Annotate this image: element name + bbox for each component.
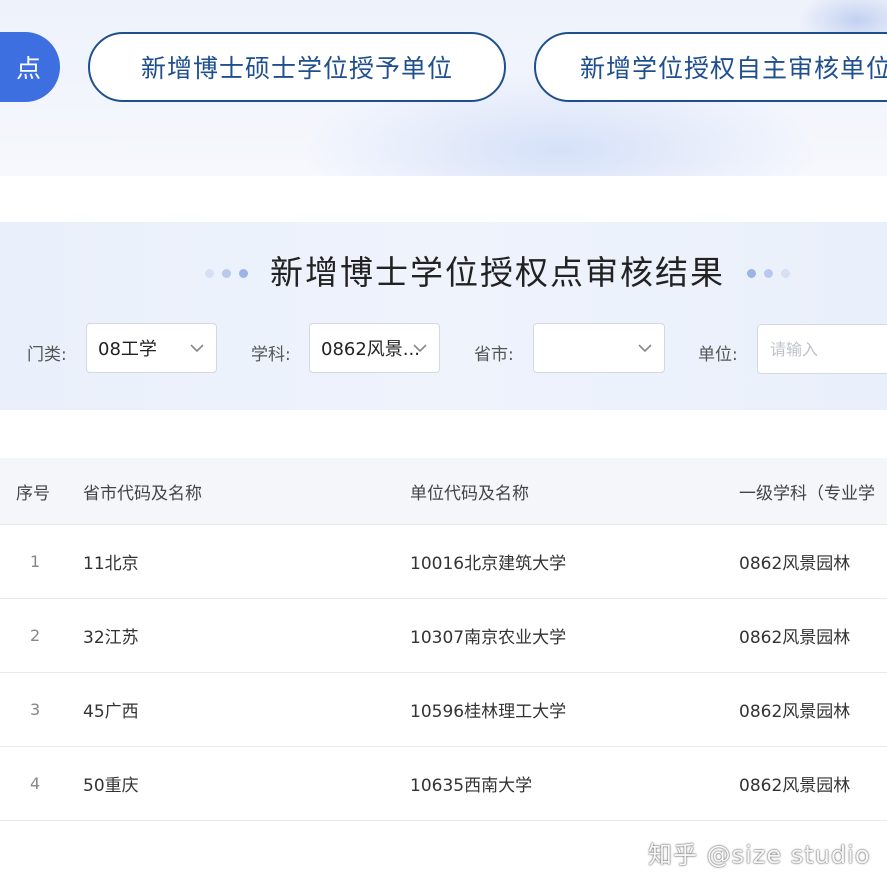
table-row: 2 32江苏 10307南京农业大学 0862风景园林 [0, 599, 887, 673]
tab-self-review-units[interactable]: 新增学位授权自主审核单位 [534, 32, 887, 102]
row-no: 1 [30, 552, 41, 571]
header-province: 省市代码及名称 [83, 483, 202, 504]
tab-label: 点 [15, 54, 42, 83]
table-row: 3 45广西 10596桂林理工大学 0862风景园林 [0, 673, 887, 747]
row-unit: 10307南京农业大学 [410, 628, 567, 648]
results-table: 序号 省市代码及名称 单位代码及名称 一级学科（专业学 1 11北京 10016… [0, 458, 887, 821]
row-province: 45广西 [83, 702, 139, 722]
table-header: 序号 省市代码及名称 单位代码及名称 一级学科（专业学 [0, 458, 887, 525]
row-discipline: 0862风景园林 [739, 628, 851, 648]
chevron-down-icon [413, 344, 427, 353]
row-province: 32江苏 [83, 628, 139, 648]
tab-label: 新增博士硕士学位授予单位 [140, 54, 453, 83]
chevron-down-icon [638, 344, 652, 353]
header-discipline: 一级学科（专业学 [739, 483, 875, 504]
row-discipline: 0862风景园林 [739, 554, 851, 574]
table-row: 4 50重庆 10635西南大学 0862风景园林 [0, 747, 887, 821]
row-unit: 10635西南大学 [410, 776, 533, 796]
discipline-label: 学科: [251, 345, 291, 365]
row-no: 2 [30, 626, 41, 645]
unit-search-input[interactable] [757, 324, 887, 374]
tab-banner: 点 新增博士硕士学位授予单位 新增学位授权自主审核单位 [0, 0, 887, 176]
row-unit: 10016北京建筑大学 [410, 554, 567, 574]
province-label: 省市: [474, 345, 514, 365]
title-dots-right-icon [747, 268, 790, 278]
tab-doctoral-points[interactable]: 点 [0, 32, 60, 102]
row-province: 11北京 [83, 554, 139, 574]
table-row: 1 11北京 10016北京建筑大学 0862风景园林 [0, 525, 887, 599]
filter-panel: 新增博士学位授权点审核结果 门类: 08工学 学科: 0862风景... 省市: [0, 222, 887, 410]
chevron-down-icon [190, 344, 204, 353]
category-select-value: 08工学 [98, 339, 157, 360]
section-title-wrap: 新增博士学位授权点审核结果 [205, 250, 790, 296]
header-unit: 单位代码及名称 [410, 483, 529, 504]
row-discipline: 0862风景园林 [739, 702, 851, 722]
unit-label: 单位: [698, 345, 738, 365]
watermark: 知乎 @size studio [648, 841, 871, 869]
tab-new-degree-units[interactable]: 新增博士硕士学位授予单位 [88, 32, 506, 102]
row-discipline: 0862风景园林 [739, 776, 851, 796]
discipline-select-value: 0862风景... [321, 339, 420, 360]
discipline-select[interactable]: 0862风景... [309, 323, 440, 373]
row-no: 3 [30, 700, 41, 719]
category-select[interactable]: 08工学 [86, 323, 217, 373]
tab-label: 新增学位授权自主审核单位 [580, 54, 887, 83]
title-dots-left-icon [205, 268, 248, 278]
row-unit: 10596桂林理工大学 [410, 702, 567, 722]
province-select[interactable] [533, 323, 665, 373]
section-title: 新增博士学位授权点审核结果 [270, 253, 725, 292]
header-no: 序号 [16, 483, 50, 504]
category-label: 门类: [27, 345, 67, 365]
row-province: 50重庆 [83, 776, 139, 796]
page: 点 新增博士硕士学位授予单位 新增学位授权自主审核单位 新增博士学位授权点审核结… [0, 0, 887, 887]
row-no: 4 [30, 774, 41, 793]
